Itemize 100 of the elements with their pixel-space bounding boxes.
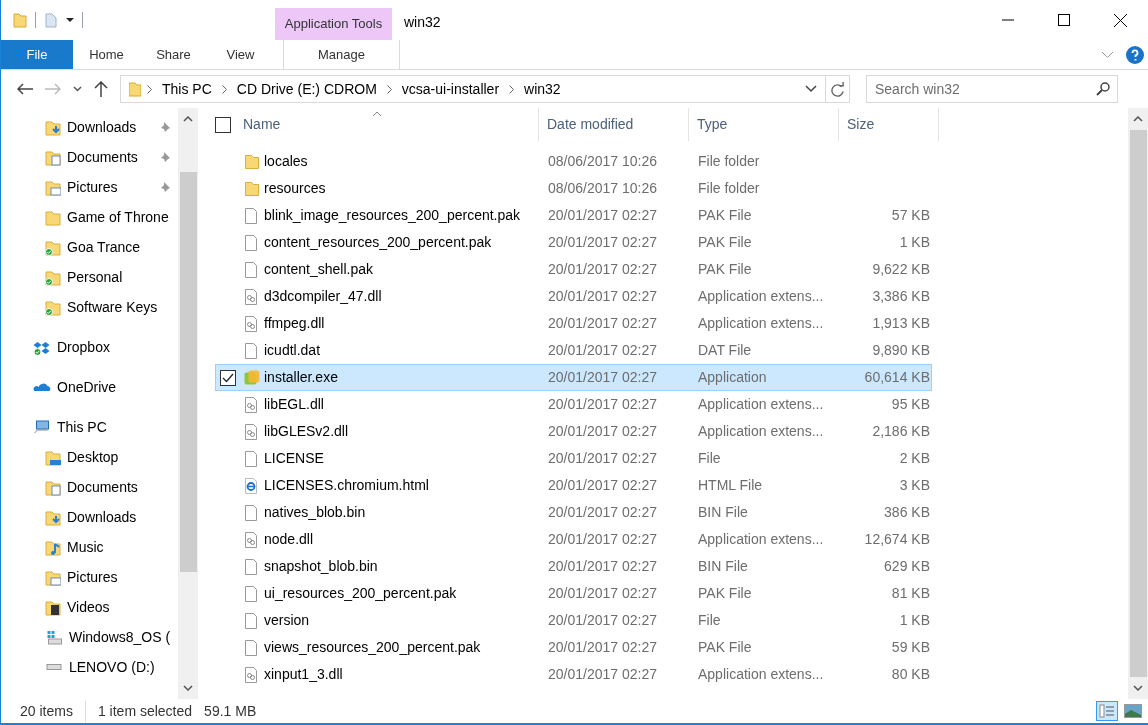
file-row[interactable]: resources 08/06/2017 10:26 File folder bbox=[215, 175, 932, 202]
nav-item[interactable]: Goa Trance bbox=[1, 232, 178, 262]
ribbon-tab[interactable]: Share bbox=[140, 40, 207, 69]
nav-item[interactable]: Pictures bbox=[1, 172, 178, 202]
nav-item[interactable]: Music bbox=[1, 532, 178, 562]
column-header[interactable]: Size bbox=[839, 108, 939, 141]
search-icon bbox=[1096, 82, 1110, 96]
file-row[interactable]: locales 08/06/2017 10:26 File folder bbox=[215, 148, 932, 175]
recent-locations-icon[interactable] bbox=[73, 86, 82, 92]
thumbnails-view-button[interactable] bbox=[1122, 701, 1144, 721]
ribbon-tab[interactable]: Home bbox=[73, 40, 140, 69]
file-name: natives_blob.bin bbox=[264, 503, 366, 522]
date-cell-text: 20/01/2017 02:27 bbox=[547, 584, 658, 603]
date-cell-text: 20/01/2017 02:27 bbox=[547, 449, 658, 468]
nav-item[interactable]: Downloads bbox=[1, 502, 178, 532]
scrollbar[interactable] bbox=[1128, 108, 1148, 699]
close-icon[interactable] bbox=[1113, 13, 1127, 27]
file-name: libGLESv2.dll bbox=[264, 422, 349, 441]
nav-item[interactable]: Videos bbox=[1, 592, 178, 622]
file-row[interactable]: snapshot_blob.bin 20/01/2017 02:27 BIN File 629 KB bbox=[215, 553, 932, 580]
file-row[interactable]: blink_image_resources_200_percent.pak 20/01/2017 02:27 PAK File 57 KB bbox=[215, 202, 932, 229]
nav-item[interactable]: Dropbox bbox=[1, 332, 178, 362]
gear-file-icon bbox=[244, 666, 260, 683]
breadcrumb[interactable]: win32 bbox=[520, 78, 565, 100]
size-cell: 2 KB bbox=[899, 450, 930, 466]
details-view-button[interactable] bbox=[1096, 701, 1118, 721]
nav-item[interactable]: Pictures bbox=[1, 562, 178, 592]
nav-item[interactable]: Documents bbox=[1, 142, 178, 172]
file-row[interactable]: node.dll 20/01/2017 02:27 Application extens... 12,674 KB bbox=[215, 526, 932, 553]
nav-item[interactable]: This PC bbox=[1, 412, 178, 442]
chevron-icon bbox=[147, 84, 152, 94]
file-name: content_resources_200_percent.pak bbox=[264, 233, 492, 252]
nav-item[interactable]: Personal bbox=[1, 262, 178, 292]
up-icon[interactable] bbox=[94, 81, 108, 97]
size-cell: 57 KB bbox=[891, 207, 930, 223]
column-header[interactable]: Date modified bbox=[539, 108, 689, 141]
selection-count: 1 item selected bbox=[96, 701, 194, 721]
size-cell: 3 KB bbox=[899, 477, 930, 493]
nav-item[interactable]: Software Keys bbox=[1, 292, 178, 322]
scrollbar[interactable] bbox=[178, 108, 198, 699]
file-row[interactable]: icudtl.dat 20/01/2017 02:27 DAT File 9,890 KB bbox=[215, 337, 932, 364]
file-row[interactable]: LICENSES.chromium.html 20/01/2017 02:27 HTML File 3 KB bbox=[215, 472, 932, 499]
breadcrumb[interactable]: This PC bbox=[158, 78, 216, 100]
file-row[interactable]: xinput1_3.dll 20/01/2017 02:27 Application extens... 80 KB bbox=[215, 661, 932, 688]
file-row[interactable]: ui_resources_200_percent.pak 20/01/2017 02:27 PAK File 81 KB bbox=[215, 580, 932, 607]
nav-item[interactable]: Downloads bbox=[1, 112, 178, 142]
file-row[interactable]: views_resources_200_percent.pak 20/01/2017 02:27 PAK File 59 KB bbox=[215, 634, 932, 661]
file-icon bbox=[244, 342, 260, 359]
date-cell-text: 20/01/2017 02:27 bbox=[547, 395, 658, 414]
ribbon-tab[interactable]: File bbox=[1, 40, 73, 69]
file-row[interactable]: libGLESv2.dll 20/01/2017 02:27 Application extens... 2,186 KB bbox=[215, 418, 932, 445]
date-cell-text: 20/01/2017 02:27 bbox=[547, 476, 658, 495]
nav-item[interactable]: Documents bbox=[1, 472, 178, 502]
scroll-up-icon[interactable] bbox=[183, 116, 193, 122]
file-row[interactable]: libEGL.dll 20/01/2017 02:27 Application extens... 95 KB bbox=[215, 391, 932, 418]
folder-icon bbox=[244, 153, 260, 170]
nav-item[interactable]: Windows8_OS ( bbox=[1, 622, 178, 652]
file-row[interactable]: installer.exe 20/01/2017 02:27 Application 60,614 KB bbox=[215, 364, 932, 391]
search-field[interactable]: Search win32 bbox=[866, 75, 1118, 103]
refresh-icon[interactable] bbox=[830, 81, 845, 97]
address-bar[interactable]: This PC CD Drive (E:) CDROM vcsa-ui-installer win32 bbox=[120, 75, 850, 103]
nav-item[interactable]: Desktop bbox=[1, 442, 178, 472]
expand-ribbon-icon[interactable] bbox=[1101, 50, 1114, 59]
file-icon bbox=[244, 585, 260, 602]
date-cell-text: 20/01/2017 02:27 bbox=[547, 341, 658, 360]
back-icon[interactable] bbox=[17, 83, 33, 95]
file-row[interactable]: LICENSE 20/01/2017 02:27 File 2 KB bbox=[215, 445, 932, 472]
file-name: ui_resources_200_percent.pak bbox=[264, 584, 457, 603]
nav-item[interactable]: OneDrive bbox=[1, 372, 178, 402]
type-cell-text: BIN File bbox=[697, 503, 749, 522]
scroll-down-icon[interactable] bbox=[183, 685, 193, 691]
file-row[interactable]: version 20/01/2017 02:27 File 1 KB bbox=[215, 607, 932, 634]
maximize-icon[interactable] bbox=[1058, 14, 1070, 26]
select-all-checkbox[interactable] bbox=[215, 116, 231, 133]
size-cell: 1 KB bbox=[899, 612, 930, 628]
file-row[interactable]: ffmpeg.dll 20/01/2017 02:27 Application extens... 1,913 KB bbox=[215, 310, 932, 337]
date-cell-text: 20/01/2017 02:27 bbox=[547, 557, 658, 576]
date-cell-text: 20/01/2017 02:27 bbox=[547, 260, 658, 279]
nav-item[interactable]: LENOVO (D:) bbox=[1, 652, 178, 682]
dropdown-icon[interactable] bbox=[66, 16, 74, 24]
nav-item[interactable]: Game of Throne bbox=[1, 202, 178, 232]
scroll-up-icon[interactable] bbox=[1133, 116, 1143, 122]
file-row[interactable]: content_shell.pak 20/01/2017 02:27 PAK File 9,622 KB bbox=[215, 256, 932, 283]
file-row[interactable]: d3dcompiler_47.dll 20/01/2017 02:27 Application extens... 3,386 KB bbox=[215, 283, 932, 310]
ribbon-tab[interactable]: View bbox=[207, 40, 274, 69]
breadcrumb[interactable]: vcsa-ui-installer bbox=[397, 78, 504, 100]
file-row[interactable]: natives_blob.bin 20/01/2017 02:27 BIN File 386 KB bbox=[215, 499, 932, 526]
dropdown-icon[interactable] bbox=[805, 85, 817, 93]
size-cell: 9,890 KB bbox=[872, 342, 930, 358]
ribbon-tab[interactable]: Manage bbox=[283, 40, 400, 69]
row-checkbox[interactable] bbox=[220, 369, 236, 386]
breadcrumb[interactable]: CD Drive (E:) CDROM bbox=[232, 78, 381, 100]
column-header[interactable]: Type bbox=[689, 108, 839, 141]
file-name: views_resources_200_percent.pak bbox=[264, 638, 481, 657]
help-icon[interactable] bbox=[1126, 45, 1144, 64]
scroll-down-icon[interactable] bbox=[1133, 685, 1143, 691]
type-cell-text: File bbox=[697, 449, 722, 468]
file-row[interactable]: content_resources_200_percent.pak 20/01/2017 02:27 PAK File 1 KB bbox=[215, 229, 932, 256]
column-header[interactable]: Name bbox=[243, 108, 539, 141]
size-cell: 9,622 KB bbox=[872, 261, 930, 277]
